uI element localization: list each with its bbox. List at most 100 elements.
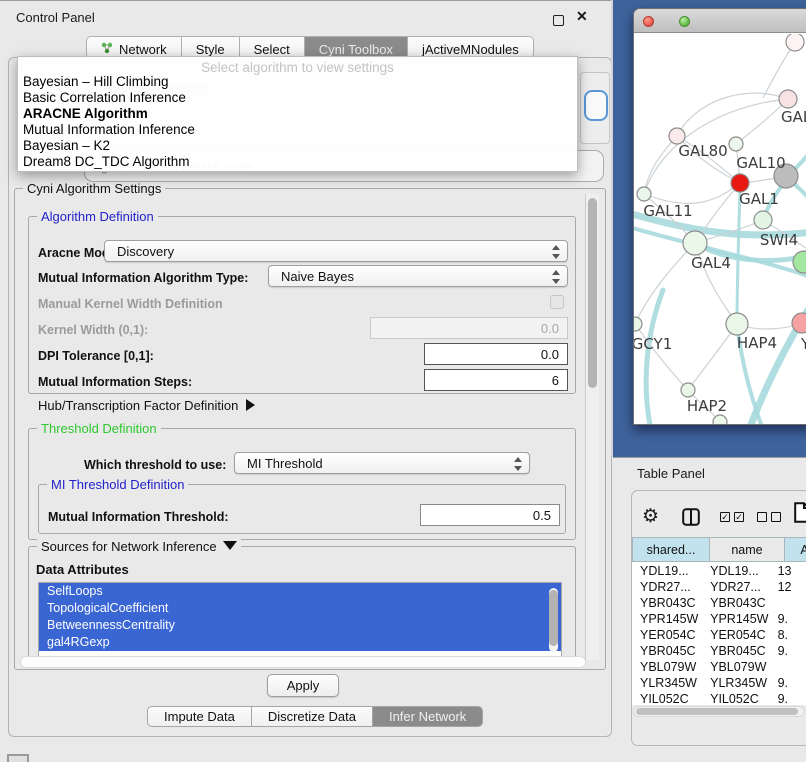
float-window-icon[interactable] (553, 15, 564, 26)
corner-widget (7, 754, 29, 762)
table-cell: YBR045C (702, 643, 769, 659)
table-cell: YER054C (702, 627, 769, 643)
network-node-gcy1[interactable] (634, 317, 642, 331)
close-traffic-light-icon[interactable] (643, 16, 654, 27)
table-row[interactable]: YDR27...YDR27...12 (632, 579, 806, 595)
cyni-settings-title: Cyni Algorithm Settings (23, 181, 165, 196)
network-node[interactable] (786, 34, 804, 51)
network-edge[interactable] (688, 324, 737, 390)
algorithm-option[interactable]: Basic Correlation Inference (23, 90, 573, 106)
tab-discretize-data[interactable]: Discretize Data (251, 706, 372, 727)
algorithm-option[interactable]: Dream8 DC_TDC Algorithm (23, 154, 573, 170)
attribute-item[interactable]: TopologicalCoefficient (39, 600, 561, 617)
mi-type-select[interactable]: Naive Bayes (268, 265, 568, 287)
mi-threshold-field[interactable]: 0.5 (420, 504, 560, 526)
network-canvas[interactable]: GALGAL80GAL10GAL1GAL11SWI4GAL4GCY1HAP4YH… (634, 34, 806, 425)
table-row[interactable]: YIL052CYIL052C9. (632, 691, 806, 704)
network-edge[interactable] (644, 136, 677, 194)
mi-steps-label: Mutual Information Steps: (38, 375, 192, 389)
network-node-hap2[interactable] (681, 383, 695, 397)
apply-button[interactable]: Apply (267, 674, 339, 697)
top-border (0, 0, 613, 1)
settings-scroll-thumb[interactable] (588, 198, 597, 388)
table-scroll-thumb[interactable] (636, 708, 798, 715)
algorithm-dropdown-placeholder: Select algorithm to view settings (18, 60, 577, 75)
mi-steps-field[interactable]: 6 (424, 369, 568, 391)
table-row[interactable]: YBR043CYBR043C (632, 595, 806, 611)
network-edge[interactable] (763, 42, 795, 98)
table-row[interactable]: YBR045CYBR045C9. (632, 643, 806, 659)
network-node-hap4[interactable] (726, 313, 748, 335)
network-node-gal4[interactable] (683, 231, 707, 255)
tab-infer-network[interactable]: Infer Network (372, 706, 483, 727)
hub-section-toggle[interactable]: Hub/Transcription Factor Definition (38, 398, 255, 413)
table-rows: YDL19...YDL19...13YDR27...YDR27...12YBR0… (632, 563, 806, 704)
data-attributes-list[interactable]: SelfLoopsTopologicalCoefficientBetweenne… (38, 582, 562, 658)
network-node-label: GAL80 (678, 142, 727, 160)
column-header-name[interactable]: name (710, 537, 785, 562)
network-node-label: SWI4 (760, 231, 798, 249)
deselect-all-checkboxes-icon[interactable] (757, 512, 781, 522)
network-node-y[interactable] (792, 313, 806, 333)
table-panel-title: Table Panel (637, 466, 705, 481)
settings-horizontal-scrollbar[interactable] (20, 656, 586, 668)
table-cell: YBR045C (632, 643, 702, 659)
aracne-mode-value: Discovery (117, 244, 174, 259)
hub-section-label: Hub/Transcription Factor Definition (38, 398, 238, 413)
dpi-tolerance-field[interactable]: 0.0 (424, 343, 568, 365)
export-table-icon[interactable] (794, 502, 806, 528)
table-row[interactable]: YPR145WYPR145W9. (632, 611, 806, 627)
sources-title[interactable]: Sources for Network Inference (37, 539, 241, 554)
network-view-window: GALGAL80GAL10GAL1GAL11SWI4GAL4GCY1HAP4YH… (633, 8, 806, 425)
algorithm-option[interactable]: Bayesian – K2 (23, 138, 573, 154)
network-node[interactable] (713, 415, 727, 425)
select-all-checkboxes-icon[interactable]: ✓✓ (720, 512, 744, 522)
kernel-width-label: Kernel Width (0,1): (38, 323, 148, 337)
table-cell: YLR345W (702, 675, 769, 691)
column-header-A[interactable]: A (785, 537, 806, 562)
gear-icon[interactable]: ⚙ (642, 505, 659, 528)
aracne-mode-select[interactable]: Discovery (104, 240, 568, 262)
attribute-item[interactable]: SelfLoops (39, 583, 561, 600)
tab-impute-data[interactable]: Impute Data (147, 706, 251, 727)
network-window-titlebar[interactable] (634, 9, 806, 33)
table-cell: YER054C (632, 627, 702, 643)
attribute-list-scroll-thumb[interactable] (549, 590, 558, 646)
table-row[interactable]: YLR345WYLR345W9. (632, 675, 806, 691)
table-row[interactable]: YER054CYER054C8. (632, 627, 806, 643)
settings-vertical-scrollbar[interactable] (585, 194, 599, 660)
network-node-gal11[interactable] (637, 187, 651, 201)
tab-label: jActiveMNodules (422, 42, 519, 57)
network-edge[interactable] (635, 324, 688, 390)
minimize-traffic-light-icon[interactable] (661, 16, 672, 27)
algorithm-option[interactable]: Bayesian – Hill Climbing (23, 74, 573, 90)
split-columns-icon[interactable] (682, 508, 700, 531)
app-root: { "colors": { "selection_blue": "#3a66d4… (0, 0, 806, 762)
attribute-list-scrollbar[interactable] (549, 588, 558, 652)
table-row[interactable]: YBL079WYBL079W (632, 659, 806, 675)
attribute-item[interactable]: BetweennessCentrality (39, 617, 561, 634)
which-threshold-select[interactable]: MI Threshold (234, 452, 530, 474)
table-cell: 9. (770, 611, 806, 627)
close-icon[interactable]: ✕ (576, 8, 588, 25)
table-cell: 9. (770, 691, 806, 704)
network-edge[interactable] (635, 243, 695, 324)
tab-label: Cyni Toolbox (319, 42, 393, 57)
network-node-gal10[interactable] (729, 137, 743, 151)
algorithm-option[interactable]: ARACNE Algorithm (23, 106, 573, 122)
panel-divider (611, 0, 613, 455)
column-header-shared[interactable]: shared... (632, 537, 710, 562)
focused-side-button[interactable] (584, 90, 608, 121)
network-node-gal[interactable] (779, 90, 797, 108)
attribute-item[interactable]: gal4RGexp (39, 634, 561, 651)
network-node[interactable] (793, 251, 806, 273)
algorithm-option[interactable]: Mutual Information Inference (23, 122, 573, 138)
kernel-width-field[interactable]: 0.0 (370, 317, 568, 339)
table-cell: YPR145W (632, 611, 702, 627)
manual-kernel-checkbox[interactable] (550, 295, 564, 309)
zoom-traffic-light-icon[interactable] (679, 16, 690, 27)
network-node-label: GAL10 (736, 154, 785, 172)
table-horizontal-scrollbar[interactable] (633, 706, 805, 717)
network-node-swi4[interactable] (754, 211, 772, 229)
table-row[interactable]: YDL19...YDL19...13 (632, 563, 806, 579)
